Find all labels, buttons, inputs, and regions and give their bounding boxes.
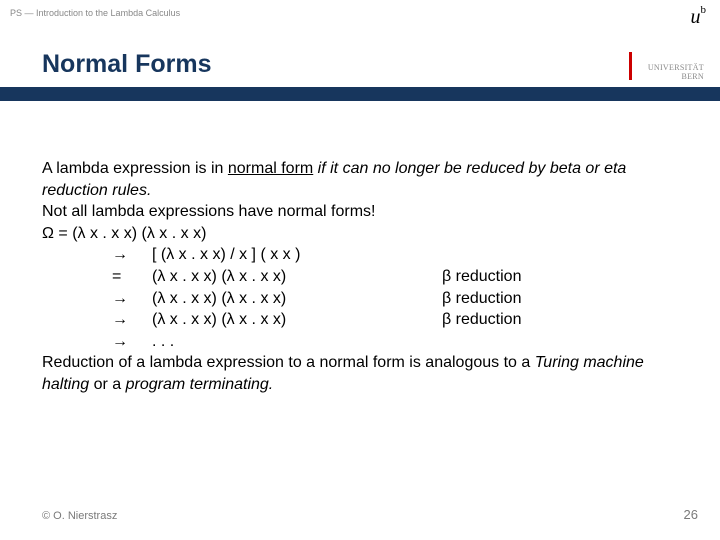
note-cell — [442, 331, 678, 353]
expr-cell: [ (λ x . x x) / x ] ( x x ) — [152, 244, 442, 266]
expr-cell: (λ x . x x) (λ x . x x) — [152, 288, 442, 310]
paragraph-2: Not all lambda expressions have normal f… — [42, 201, 678, 223]
footer-copyright: © O. Nierstrasz — [42, 510, 117, 522]
logo-mark: ub — [648, 6, 704, 29]
arrow-cell: = — [42, 266, 152, 288]
note-cell: β reduction — [442, 309, 678, 331]
arrow-cell: → — [42, 331, 152, 353]
p3-d: program terminating. — [126, 376, 274, 393]
note-cell: β reduction — [442, 288, 678, 310]
expr-cell: (λ x . x x) (λ x . x x) — [152, 309, 442, 331]
arrow-cell: → — [42, 288, 152, 310]
logo-b: b — [701, 4, 706, 16]
title-block: Normal Forms — [0, 50, 720, 101]
reduction-row: → (λ x . x x) (λ x . x x) β reduction — [42, 288, 678, 310]
note-cell: β reduction — [442, 266, 678, 288]
footer-page-number: 26 — [684, 507, 698, 522]
arrow-cell: → — [42, 309, 152, 331]
page-title: Normal Forms — [0, 50, 720, 87]
reduction-row: → . . . — [42, 331, 678, 353]
reduction-row: → (λ x . x x) (λ x . x x) β reduction — [42, 309, 678, 331]
title-rule — [0, 87, 720, 101]
p3-a: Reduction of a lambda expression to a no… — [42, 354, 535, 371]
p3-c: or a — [89, 376, 125, 393]
breadcrumb: PS — Introduction to the Lambda Calculus — [10, 8, 180, 18]
expr-cell: (λ x . x x) (λ x . x x) — [152, 266, 442, 288]
p1-term: normal form — [228, 160, 313, 177]
paragraph-1: A lambda expression is in normal form if… — [42, 158, 678, 201]
arrow-cell: → — [42, 244, 152, 266]
note-cell — [442, 244, 678, 266]
expr-cell: . . . — [152, 331, 442, 353]
p1-lead: A lambda expression is in — [42, 160, 228, 177]
slide-body: A lambda expression is in normal form if… — [42, 158, 678, 396]
logo-u: u — [691, 6, 700, 28]
paragraph-3: Reduction of a lambda expression to a no… — [42, 352, 678, 395]
reduction-row: → [ (λ x . x x) / x ] ( x x ) — [42, 244, 678, 266]
omega-definition: Ω = (λ x . x x) (λ x . x x) — [42, 223, 678, 245]
reduction-row: = (λ x . x x) (λ x . x x) β reduction — [42, 266, 678, 288]
